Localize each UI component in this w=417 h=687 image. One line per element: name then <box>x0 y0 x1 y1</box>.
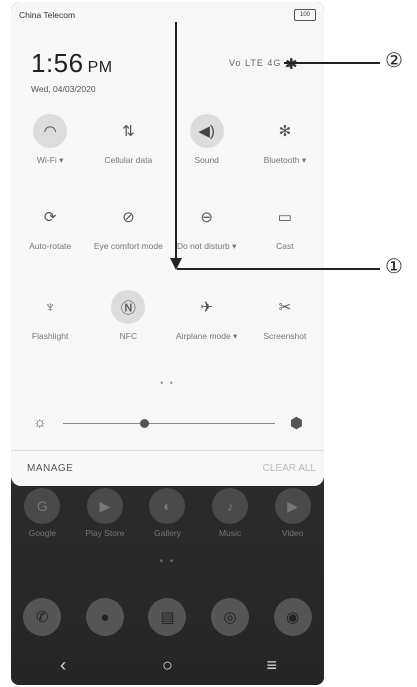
manage-button[interactable]: MANAGE <box>27 463 73 474</box>
music-icon: ♪ <box>212 488 249 524</box>
tile-airplane[interactable]: ✈ Airplane mode ▾ <box>169 290 245 342</box>
tile-do-not-disturb[interactable]: ⊖ Do not disturb ▾ <box>169 200 245 252</box>
phone-icon[interactable]: ✆ <box>23 598 62 636</box>
do-not-disturb-icon: ⊖ <box>200 209 213 226</box>
tile-nfc[interactable]: Ⓝ NFC <box>90 290 166 342</box>
home-app-row: G Google ▶ Play Store ◐ Gallery ♪ Music ▶ Vid… <box>11 488 324 538</box>
gear-icon[interactable]: ✱ <box>285 55 298 73</box>
airplane-icon: ✈ <box>200 299 213 316</box>
video-icon: ▶ <box>274 488 311 524</box>
battery-icon: 100 <box>294 9 316 21</box>
tiles-page-indicator: • • <box>160 378 175 388</box>
tile-auto-rotate[interactable]: ⟳ Auto-rotate <box>12 200 88 252</box>
app-music[interactable]: ♪ Music <box>200 488 260 538</box>
carrier-label: China Telecom <box>19 10 76 20</box>
tile-flashlight[interactable]: ♆ Flashlight <box>12 290 88 342</box>
brightness-icon: ☼ <box>33 414 47 431</box>
flashlight-icon: ♆ <box>44 298 56 316</box>
phone-screen: G Google ▶ Play Store ◐ Gallery ♪ Music ▶ Vid… <box>11 2 324 685</box>
cast-icon: ▭ <box>277 209 292 226</box>
home-page-indicator: • • <box>159 556 176 567</box>
network-indicators: Vo LTE 4G <box>229 58 282 68</box>
tile-bluetooth[interactable]: ✻ Bluetooth ▾ <box>247 114 323 166</box>
divider <box>11 450 324 451</box>
gallery-icon: ◐ <box>149 488 186 524</box>
tile-cast[interactable]: ▭ Cast <box>247 200 323 252</box>
clock: 1:56 PM <box>31 48 113 79</box>
callout-line-2 <box>284 62 380 64</box>
bluetooth-icon: ✻ <box>278 123 292 140</box>
chrome-icon[interactable]: ◎ <box>211 598 250 636</box>
navigation-bar: ‹ ○ ≡ <box>11 650 324 680</box>
screenshot-icon: ✂ <box>278 299 292 316</box>
app-play-store[interactable]: ▶ Play Store <box>75 488 135 538</box>
camera-icon[interactable]: ◉ <box>273 598 312 636</box>
tiles-row-1: ◠ Wi-Fi ▾ ⇅ Cellular data ◀) Sound ✻ Bluetoo… <box>11 114 324 166</box>
play-store-icon: ▶ <box>86 488 123 524</box>
nfc-icon: Ⓝ <box>111 290 146 324</box>
tile-cellular-data[interactable]: ⇅ Cellular data <box>90 114 166 166</box>
contacts-icon[interactable]: ● <box>85 598 124 636</box>
app-gallery[interactable]: ◐ Gallery <box>137 488 197 538</box>
tile-screenshot[interactable]: ✂ Screenshot <box>247 290 323 342</box>
brightness-thumb[interactable] <box>139 419 149 428</box>
brightness-slider[interactable]: ☼ ⬢ <box>33 414 303 434</box>
swipe-arrow-line <box>175 22 177 262</box>
dock: ✆ ● ▤ ◎ ◉ <box>11 598 324 636</box>
callout-1: ① <box>385 254 403 278</box>
callout-2: ② <box>385 48 403 72</box>
google-icon: G <box>24 488 61 524</box>
wifi-icon: ◠ <box>33 114 68 148</box>
date-label: Wed, 04/03/2020 <box>31 84 96 94</box>
messages-icon[interactable]: ▤ <box>148 598 187 636</box>
tile-sound[interactable]: ◀) Sound <box>169 114 245 166</box>
cellular-data-icon: ⇅ <box>122 123 135 140</box>
app-video[interactable]: ▶ Video <box>263 488 323 538</box>
brightness-track[interactable] <box>63 423 275 424</box>
tiles-row-3: ♆ Flashlight Ⓝ NFC ✈ Airplane mode ▾ ✂ Scree… <box>11 290 324 342</box>
home-screen: G Google ▶ Play Store ◐ Gallery ♪ Music ▶ Vid… <box>11 476 324 685</box>
sound-icon: ◀) <box>189 114 224 148</box>
back-icon[interactable]: ‹ <box>43 655 83 676</box>
tiles-row-2: ⟳ Auto-rotate ⊘ Eye comfort mode ⊖ Do not d… <box>11 200 324 252</box>
auto-brightness-icon[interactable]: ⬢ <box>290 414 303 432</box>
clear-all-button[interactable]: CLEAR ALL <box>263 463 316 474</box>
clock-time: 1:56 <box>31 48 84 78</box>
tile-wifi[interactable]: ◠ Wi-Fi ▾ <box>12 114 88 166</box>
eye-comfort-icon: ⊘ <box>122 209 135 226</box>
auto-rotate-icon: ⟳ <box>43 209 57 226</box>
tile-eye-comfort[interactable]: ⊘ Eye comfort mode <box>90 200 166 252</box>
callout-line-1 <box>177 268 380 270</box>
app-google[interactable]: G Google <box>12 488 72 538</box>
home-icon[interactable]: ○ <box>147 655 187 676</box>
quick-settings-panel: China Telecom 100 1:56 PM Wed, 04/03/2020… <box>11 2 324 486</box>
recents-icon[interactable]: ≡ <box>252 655 292 676</box>
clock-ampm: PM <box>87 59 113 76</box>
